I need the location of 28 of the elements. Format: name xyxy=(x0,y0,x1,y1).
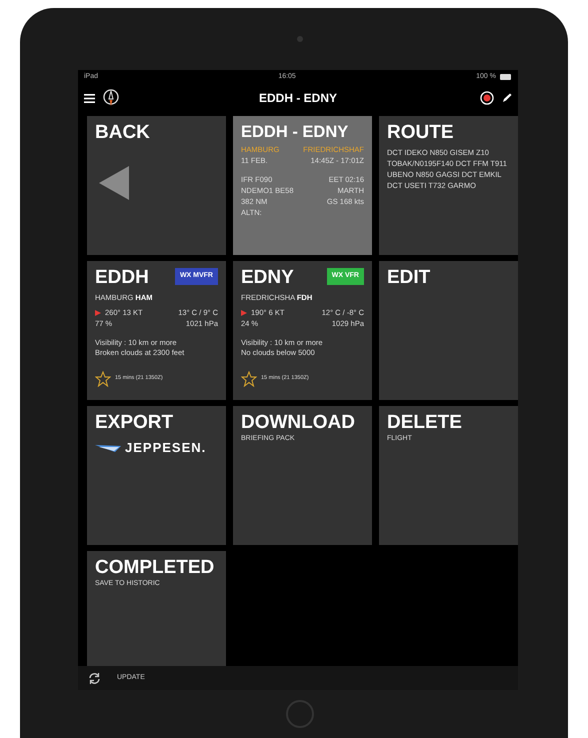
screen-title: EDDH - EDNY xyxy=(258,91,337,105)
star-icon[interactable] xyxy=(95,371,111,388)
tile-title: EDIT xyxy=(387,268,432,289)
rocket-logo-icon[interactable] xyxy=(103,89,119,107)
camera-dot xyxy=(297,36,303,42)
wind-arrow-icon xyxy=(241,310,247,316)
tile-title: DOWNLOAD xyxy=(241,413,356,434)
tile-card[interactable]: EDIT xyxy=(379,261,518,400)
tile-title: DELETE xyxy=(387,413,463,434)
tile-title: EDDH - EDNY xyxy=(241,123,350,142)
menu-icon[interactable] xyxy=(84,94,95,102)
wind-arrow-icon xyxy=(95,310,101,316)
refresh-icon[interactable] xyxy=(88,672,101,684)
star-icon[interactable] xyxy=(241,371,257,388)
tile-title: COMPLETED xyxy=(95,558,216,579)
tile-title: BACK xyxy=(95,123,151,144)
back-arrow-icon[interactable] xyxy=(99,166,129,200)
pencil-icon[interactable] xyxy=(502,93,512,103)
tile-card[interactable]: EXPORT JEPPESEN. xyxy=(87,406,226,545)
battery-icon xyxy=(500,74,512,80)
tile-title: EXPORT xyxy=(95,413,174,434)
swoosh-logo-icon xyxy=(95,442,121,453)
tile-title: ROUTE xyxy=(387,123,454,144)
airport-code: EDNY xyxy=(241,268,294,289)
jeppesen-logo: JEPPESEN. xyxy=(125,438,206,457)
tile-card[interactable]: BACK xyxy=(87,116,226,255)
airport-code: EDDH xyxy=(95,268,149,289)
record-icon[interactable] xyxy=(480,91,494,105)
